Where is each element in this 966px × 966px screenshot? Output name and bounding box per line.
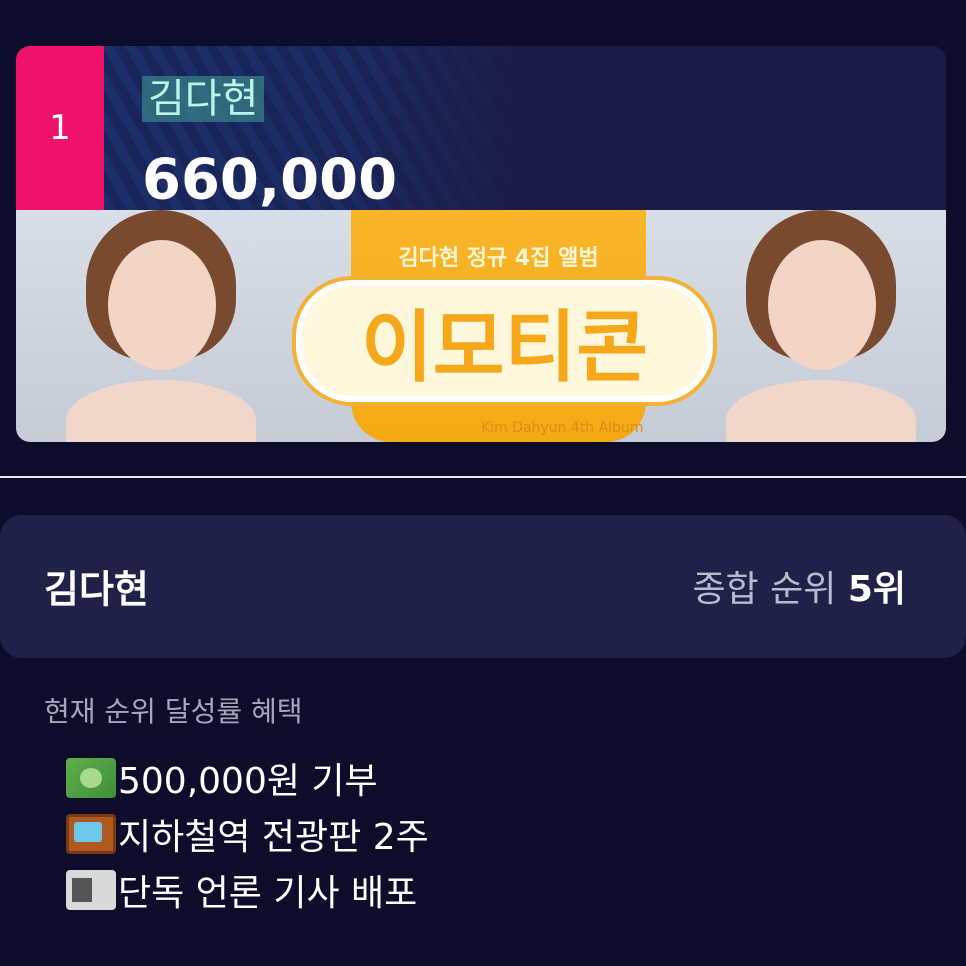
benefit-text: 단독 언론 기사 배포 xyxy=(118,873,418,914)
banner-subtitle: 김다현 정규 4집 앨범 xyxy=(398,246,599,271)
artist-photo-left xyxy=(46,210,256,442)
overall-rank-label: 종합 순위 xyxy=(692,569,837,610)
ranking-card[interactable]: 1 김다현 660,000 김다현 정규 4집 앨범 이모티콘 Kim Dahy… xyxy=(16,46,946,442)
banner-footer: Kim Dahyun 4th Album xyxy=(481,420,644,436)
album-banner[interactable]: 김다현 정규 4집 앨범 이모티콘 Kim Dahyun 4th Album xyxy=(16,210,946,442)
benefit-text: 500,000원 기부 xyxy=(118,761,378,802)
artist-info-card: 김다현 종합 순위 5위 xyxy=(0,515,966,658)
section-divider xyxy=(0,476,966,478)
artist-photo-right xyxy=(706,210,916,442)
artist-name: 김다현 xyxy=(142,76,265,122)
benefit-item-donation: 500,000원 기부 xyxy=(66,750,429,806)
money-icon xyxy=(66,758,116,798)
benefit-item-press: 단독 언론 기사 배포 xyxy=(66,862,429,918)
tv-icon xyxy=(66,814,116,854)
vote-count: 660,000 xyxy=(142,147,398,213)
newspaper-icon xyxy=(66,870,116,910)
benefit-list: 500,000원 기부 지하철역 전광판 2주 단독 언론 기사 배포 xyxy=(66,750,429,918)
banner-title: 이모티콘 xyxy=(296,280,713,402)
benefit-text: 지하철역 전광판 2주 xyxy=(118,817,429,858)
overall-rank: 종합 순위 5위 xyxy=(692,560,906,612)
overall-rank-value: 5위 xyxy=(847,569,906,610)
benefit-heading: 현재 순위 달성률 혜택 xyxy=(44,695,303,728)
benefit-item-billboard: 지하철역 전광판 2주 xyxy=(66,806,429,862)
info-artist-name: 김다현 xyxy=(44,567,149,612)
rank-number: 1 xyxy=(49,108,71,148)
rank-badge: 1 xyxy=(16,46,104,210)
